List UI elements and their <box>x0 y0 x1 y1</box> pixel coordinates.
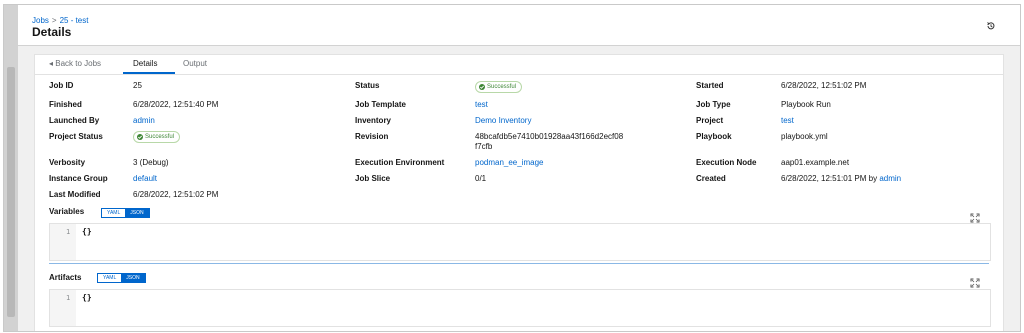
job-slice-value: 0/1 <box>475 174 487 183</box>
variables-format-toggle: YAML JSON <box>101 208 150 218</box>
execution-environment-label: Execution Environment <box>355 158 445 167</box>
line-number: 1 <box>66 294 71 302</box>
variables-code[interactable]: {} <box>82 227 92 236</box>
execution-environment-link[interactable]: podman_ee_image <box>475 158 544 167</box>
created-label: Created <box>696 174 726 183</box>
artifacts-json-button[interactable]: JSON <box>121 274 145 282</box>
history-button[interactable] <box>984 19 998 33</box>
job-id-value: 25 <box>133 81 142 90</box>
variables-json-button[interactable]: JSON <box>125 209 149 217</box>
artifacts-label: Artifacts <box>49 273 82 282</box>
inventory-link[interactable]: Demo Inventory <box>475 116 531 125</box>
last-modified-value: 6/28/2022, 12:51:02 PM <box>133 190 219 199</box>
revision-label: Revision <box>355 132 389 141</box>
tab-bar: ◂ Back to Jobs Details Output <box>35 55 1003 75</box>
launched-by-link[interactable]: admin <box>133 116 155 125</box>
editor-gutter <box>50 290 76 326</box>
job-template-link[interactable]: test <box>475 100 488 109</box>
variables-yaml-button[interactable]: YAML <box>102 209 126 217</box>
job-details-card: ◂ Back to Jobs Details Output Job ID 25 … <box>34 54 1004 331</box>
check-circle-icon <box>479 84 485 90</box>
project-status-badge: Successful <box>133 131 181 143</box>
page-header: Jobs >25 - test Details <box>18 5 1020 46</box>
artifacts-format-toggle: YAML JSON <box>97 273 146 283</box>
project-label: Project <box>696 116 724 125</box>
artifacts-yaml-button[interactable]: YAML <box>98 274 122 282</box>
last-modified-label: Last Modified <box>49 190 101 199</box>
job-type-label: Job Type <box>696 100 731 109</box>
check-circle-icon <box>137 134 143 140</box>
breadcrumb-jobs-link[interactable]: Jobs <box>32 16 49 25</box>
job-id-label: Job ID <box>49 81 74 90</box>
editor-focus-line <box>49 263 989 264</box>
variables-expand-button[interactable] <box>970 210 980 223</box>
sidebar-scrollbar[interactable] <box>4 5 18 331</box>
verbosity-label: Verbosity <box>49 158 86 167</box>
status-badge-text: Successful <box>487 84 517 90</box>
editor-gutter <box>50 224 76 260</box>
status-badge: Successful <box>475 81 523 93</box>
started-label: Started <box>696 81 724 90</box>
started-value: 6/28/2022, 12:51:02 PM <box>781 81 867 90</box>
created-by-link[interactable]: admin <box>879 174 901 183</box>
launched-by-label: Launched By <box>49 116 100 125</box>
artifacts-code-editor[interactable]: 1 {} <box>49 289 991 327</box>
project-link[interactable]: test <box>781 116 794 125</box>
job-type-value: Playbook Run <box>781 100 831 109</box>
instance-group-label: Instance Group <box>49 174 108 183</box>
job-slice-label: Job Slice <box>355 174 391 183</box>
instance-group-link[interactable]: default <box>133 174 157 183</box>
tab-output[interactable]: Output <box>183 59 207 68</box>
tab-details[interactable]: Details <box>133 59 157 68</box>
variables-code-editor[interactable]: 1 {} <box>49 223 991 261</box>
playbook-label: Playbook <box>696 132 732 141</box>
artifacts-code[interactable]: {} <box>82 293 92 302</box>
created-value: 6/28/2022, 12:51:01 PM by admin <box>781 174 901 183</box>
finished-value: 6/28/2022, 12:51:40 PM <box>133 100 219 109</box>
execution-node-value: aap01.example.net <box>781 158 850 167</box>
project-status-label: Project Status <box>49 132 103 141</box>
execution-node-label: Execution Node <box>696 158 757 167</box>
expand-icon <box>970 213 980 223</box>
tab-back-to-jobs[interactable]: ◂ Back to Jobs <box>49 59 101 68</box>
artifacts-expand-button[interactable] <box>970 275 980 288</box>
verbosity-value: 3 (Debug) <box>133 158 169 167</box>
active-tab-indicator <box>123 72 175 74</box>
scrollbar-thumb[interactable] <box>7 67 15 317</box>
variables-label: Variables <box>49 207 85 216</box>
expand-icon <box>970 278 980 288</box>
app-frame: Jobs >25 - test Details ◂ Back to Jobs De… <box>3 4 1021 332</box>
breadcrumb: Jobs >25 - test <box>32 16 88 25</box>
line-number: 1 <box>66 228 71 236</box>
playbook-value: playbook.yml <box>781 132 828 141</box>
breadcrumb-separator: > <box>51 16 57 25</box>
created-date: 6/28/2022, 12:51:01 PM by <box>781 174 878 183</box>
page-title: Details <box>32 25 72 39</box>
finished-label: Finished <box>49 100 82 109</box>
inventory-label: Inventory <box>355 116 392 125</box>
job-template-label: Job Template <box>355 100 406 109</box>
revision-value: 48bcafdb5e7410b01928aa43f166d2ecf08f7cfb <box>475 132 624 151</box>
history-icon <box>987 22 995 30</box>
status-label: Status <box>355 81 380 90</box>
project-status-badge-text: Successful <box>145 134 175 140</box>
breadcrumb-current[interactable]: 25 - test <box>60 16 89 25</box>
